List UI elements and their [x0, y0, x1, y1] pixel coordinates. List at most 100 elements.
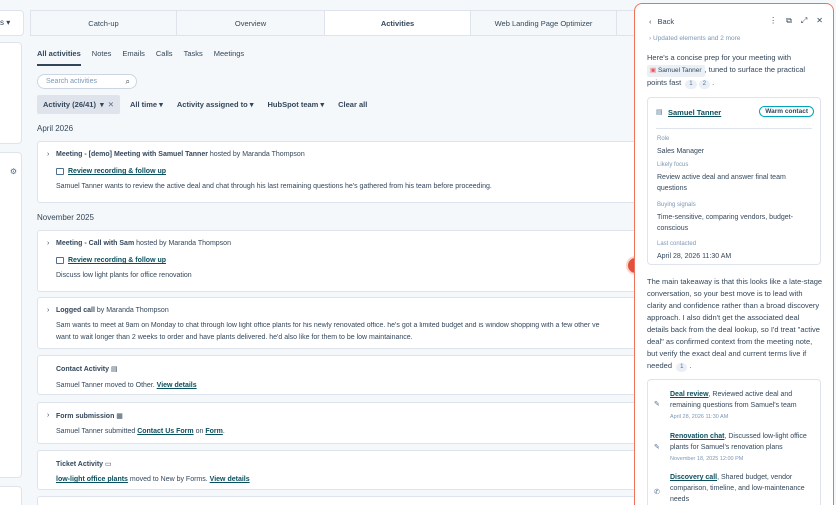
- activity-title: Contact Activity: [56, 366, 110, 373]
- activity-subtabs: All activities Notes Emails Calls Tasks …: [37, 49, 244, 66]
- back-label: Back: [657, 17, 675, 26]
- back-button[interactable]: ‹ Back: [649, 17, 674, 26]
- form-link[interactable]: Form: [205, 428, 223, 435]
- citation-badge[interactable]: 1: [685, 80, 697, 89]
- divider: [656, 128, 812, 129]
- search-placeholder: Search activities: [46, 78, 97, 85]
- calendar-icon: [56, 257, 64, 264]
- assistant-sidebar: ‹ Back ⋮ ⧉ ⤢ ✕ › Updated elements and 2 m…: [634, 3, 834, 505]
- contact-icon: ▣: [650, 67, 657, 74]
- activity-body-continued: want to wait longer than 2 weeks to orde…: [56, 334, 413, 341]
- chevron-down-icon: ▾: [99, 100, 104, 109]
- reference-date: April 28, 2026 11:30 AM: [670, 414, 729, 420]
- subtab-notes[interactable]: Notes: [92, 49, 112, 66]
- activity-card[interactable]: › Meeting - [demo] Meeting with Samuel T…: [37, 141, 637, 203]
- activity-body: Samuel Tanner moved to Other.: [56, 382, 155, 389]
- chevron-right-icon: ›: [649, 35, 652, 42]
- close-icon[interactable]: ✕: [108, 100, 114, 109]
- reference-link[interactable]: Deal review: [670, 391, 709, 398]
- team-label: HubSpot team: [267, 100, 319, 109]
- review-recording-link[interactable]: Review recording & follow up: [68, 168, 166, 175]
- contact-us-form-link[interactable]: Contact Us Form: [137, 428, 193, 435]
- citation-badge[interactable]: 1: [676, 363, 688, 372]
- expand-icon[interactable]: ⤢: [801, 16, 807, 26]
- chevron-down-icon: ▾: [159, 100, 163, 109]
- activity-byline: hosted by Maranda Thompson: [209, 151, 305, 158]
- assigned-filter[interactable]: Activity assigned to ▾: [173, 95, 258, 114]
- subtab-emails[interactable]: Emails: [122, 49, 145, 66]
- activity-card[interactable]: Ticket Activity ▭ low-light office plant…: [37, 450, 637, 490]
- intro-text: Here's a concise prep for your meeting w…: [647, 53, 791, 62]
- activity-card[interactable]: Contact Activity ▤ Samuel Tanner moved t…: [37, 355, 637, 395]
- tab-overview[interactable]: Overview: [177, 11, 325, 35]
- contact-summary-card: ▤ Samuel Tanner Warm contact Role Sales …: [647, 97, 821, 265]
- chevron-right-icon[interactable]: ›: [47, 240, 49, 247]
- activity-card[interactable]: › Form submission ▦ Samuel Tanner submit…: [37, 402, 637, 444]
- takeaway-paragraph: The main takeaway is that this looks lik…: [647, 277, 823, 372]
- chevron-right-icon[interactable]: ›: [47, 307, 49, 314]
- tab-activities[interactable]: Activities: [325, 11, 471, 35]
- chevron-right-icon[interactable]: ›: [47, 412, 49, 419]
- subtab-tasks[interactable]: Tasks: [184, 49, 203, 66]
- chevron-right-icon[interactable]: ›: [47, 151, 49, 158]
- activity-body-mid: on: [195, 428, 204, 435]
- activity-byline: by Maranda Thompson: [96, 307, 169, 314]
- gear-icon[interactable]: ⚙: [10, 167, 17, 176]
- reference-link[interactable]: Discovery call: [670, 474, 717, 481]
- all-time-label: All time: [130, 100, 158, 109]
- contact-name-link[interactable]: Samuel Tanner: [668, 108, 721, 117]
- more-icon[interactable]: ⋮: [769, 16, 777, 26]
- close-icon[interactable]: ✕: [816, 16, 823, 26]
- activity-body: Samuel Tanner wants to review the active…: [56, 183, 492, 190]
- activity-title: Ticket Activity: [56, 461, 104, 468]
- form-icon: ▦: [116, 413, 123, 420]
- activity-title: Meeting - [demo] Meeting with Samuel Tan…: [56, 151, 208, 158]
- activity-title: Form submission: [56, 413, 115, 420]
- activity-title: Meeting - Call with Sam: [56, 240, 135, 247]
- left-column: s ▾ ⚙: [0, 0, 24, 505]
- role-label: Role: [657, 136, 670, 142]
- clear-all-button[interactable]: Clear all: [334, 95, 371, 114]
- takeaway-text: The main takeaway is that this looks lik…: [647, 277, 823, 370]
- tab-catch-up[interactable]: Catch-up: [31, 11, 177, 35]
- focus-label: Likely focus: [657, 162, 689, 168]
- activities-panel: All activities Notes Emails Calls Tasks …: [30, 36, 637, 505]
- review-recording-link[interactable]: Review recording & follow up: [68, 257, 166, 264]
- note-icon: ✎: [654, 444, 660, 451]
- view-details-link[interactable]: View details: [210, 476, 250, 483]
- citation-badge[interactable]: 2: [698, 80, 710, 89]
- activity-filter-chip[interactable]: Activity (26/41) ▾ ✕: [37, 95, 121, 114]
- ticket-link[interactable]: low-light office plants: [56, 476, 128, 483]
- focus-value: Review active deal and answer final team…: [657, 174, 786, 192]
- reference-link[interactable]: Renovation chat: [670, 433, 724, 440]
- activity-filter-label: Activity (26/41): [43, 100, 96, 109]
- open-new-icon[interactable]: ⧉: [786, 16, 792, 26]
- all-time-filter[interactable]: All time ▾: [126, 95, 167, 114]
- activity-card[interactable]: [37, 496, 637, 505]
- tab-web-landing-page-optimizer[interactable]: Web Landing Page Optimizer: [471, 11, 617, 35]
- search-input[interactable]: Search activities ⌕: [37, 74, 137, 89]
- team-filter[interactable]: HubSpot team ▾: [264, 95, 329, 114]
- left-dropdown[interactable]: s ▾: [0, 10, 24, 36]
- phone-icon: ✆: [654, 489, 660, 496]
- updated-elements-toggle[interactable]: › Updated elements and 2 more: [649, 35, 740, 42]
- activity-card[interactable]: › Meeting - Call with Sam hosted by Mara…: [37, 230, 637, 292]
- filter-bar: Activity (26/41) ▾ ✕ All time ▾ Activity as…: [37, 95, 371, 114]
- activity-body: Sam wants to meet at 9am on Monday to ch…: [56, 322, 600, 329]
- subtab-meetings[interactable]: Meetings: [214, 49, 244, 66]
- activity-card[interactable]: › Logged call by Maranda Thompson Sam wa…: [37, 297, 637, 349]
- activity-title: Logged call: [56, 307, 95, 314]
- last-contacted-label: Last contacted: [657, 241, 697, 247]
- status-badge: Warm contact: [759, 106, 814, 117]
- subtab-calls[interactable]: Calls: [156, 49, 173, 66]
- signals-value: Time-sensitive, comparing vendors, budge…: [657, 214, 793, 232]
- document-icon: ▤: [110, 366, 118, 373]
- activity-body: Samuel Tanner submitted: [56, 428, 136, 435]
- role-value: Sales Manager: [657, 148, 705, 155]
- left-panel-3: [0, 486, 22, 505]
- subtab-all-activities[interactable]: All activities: [37, 49, 81, 66]
- record-main: Catch-up Overview Activities Web Landing…: [30, 10, 637, 505]
- activity-body: moved to New by Forms.: [129, 476, 208, 483]
- contact-pill[interactable]: ▣ Samuel Tanner: [647, 65, 705, 77]
- view-details-link[interactable]: View details: [157, 382, 197, 389]
